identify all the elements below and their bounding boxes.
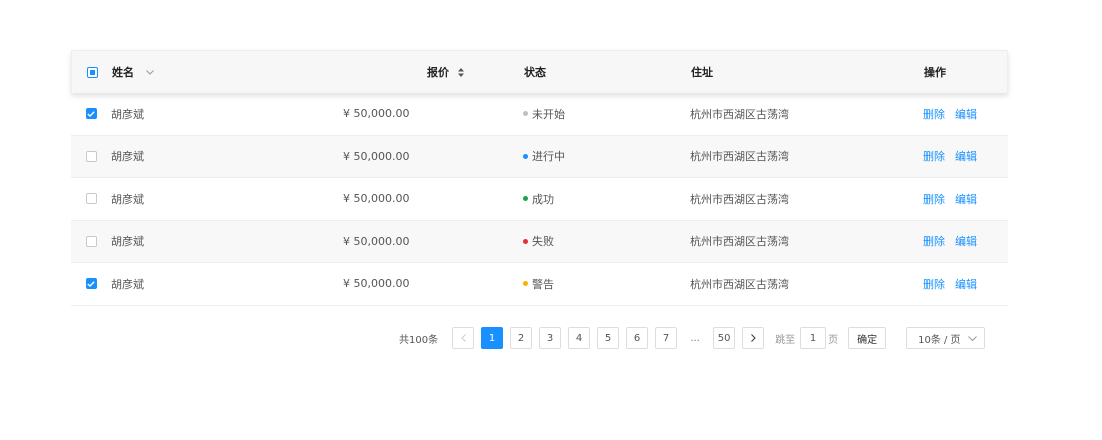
page-button-7[interactable]: 7	[655, 327, 678, 349]
delete-link[interactable]: 删除	[923, 148, 945, 164]
table-body: 胡彦斌 ¥ 50,000.00 未开始 杭州市西湖区古荡湾 删除 编辑 胡彦斌 ¥ 50,00…	[71, 93, 1008, 306]
edit-link[interactable]: 编辑	[955, 191, 977, 207]
name-column-header[interactable]: 姓名	[112, 64, 302, 80]
price-cell: ¥ 50,000.00	[343, 277, 410, 291]
edit-link[interactable]: 编辑	[955, 148, 977, 164]
delete-link[interactable]: 删除	[923, 191, 945, 207]
status-cell: 警告	[532, 277, 554, 291]
actions-header-label: 操作	[924, 66, 946, 79]
status-cell: 未开始	[532, 107, 565, 121]
jump-to-label: 跳至	[775, 334, 796, 346]
next-page-button[interactable]	[742, 327, 765, 349]
status-cell: 失败	[532, 235, 554, 249]
name-cell: 胡彦斌	[111, 277, 144, 291]
table-row: 胡彦斌 ¥ 50,000.00 进行中 杭州市西湖区古荡湾 删除 编辑	[71, 135, 1008, 178]
status-dot	[523, 153, 528, 159]
page-unit-label: 页	[828, 334, 839, 346]
price-cell: ¥ 50,000.00	[343, 192, 410, 206]
table-header: 姓名 报价 状态 住址 操作	[71, 50, 1008, 93]
address-header-label: 住址	[691, 66, 713, 79]
status-dot	[523, 196, 528, 202]
name-cell: 胡彦斌	[111, 192, 144, 206]
status-column-header: 状态	[524, 64, 691, 80]
page-button-2[interactable]: 2	[510, 327, 533, 349]
page-button-last[interactable]: 50	[713, 327, 736, 349]
status-header-label: 状态	[524, 66, 546, 79]
status-dot	[523, 281, 528, 287]
data-table: 姓名 报价 状态 住址 操作 胡彦斌 ¥ 50,000.00 未开始 杭州市西湖区古荡…	[71, 50, 1008, 306]
name-cell: 胡彦斌	[111, 150, 144, 164]
page-ellipsis[interactable]: ...	[684, 333, 706, 344]
row-checkbox[interactable]	[85, 193, 97, 205]
total-count: 共100条	[399, 334, 439, 346]
page-size-select[interactable]: 10条 / 页	[906, 327, 986, 349]
actions-column-header: 操作	[924, 64, 1007, 80]
status-dot	[523, 238, 528, 244]
confirm-jump-button[interactable]: 确定	[848, 327, 887, 349]
delete-link[interactable]: 删除	[923, 233, 945, 249]
pagination: 共100条 1234567 ... 50 跳至 1 页 确定 10条 / 页	[399, 327, 986, 349]
row-checkbox[interactable]	[85, 150, 97, 162]
address-cell: 杭州市西湖区古荡湾	[690, 192, 789, 206]
table-row: 胡彦斌 ¥ 50,000.00 失败 杭州市西湖区古荡湾 删除 编辑	[71, 220, 1008, 263]
price-cell: ¥ 50,000.00	[343, 149, 410, 163]
page-button-5[interactable]: 5	[597, 327, 620, 349]
name-cell: 胡彦斌	[111, 235, 144, 249]
chevron-right-icon	[750, 334, 756, 342]
table-row: 胡彦斌 ¥ 50,000.00 警告 杭州市西湖区古荡湾 删除 编辑	[71, 263, 1008, 306]
page-number-list: 1234567	[481, 327, 684, 349]
address-cell: 杭州市西湖区古荡湾	[690, 235, 789, 249]
select-all-checkbox[interactable]	[86, 66, 98, 78]
page-button-1[interactable]: 1	[481, 327, 504, 349]
page-size-value: 10条 / 页	[918, 334, 961, 346]
chevron-down-icon	[968, 335, 977, 341]
address-cell: 杭州市西湖区古荡湾	[690, 277, 789, 291]
status-dot	[523, 111, 528, 117]
table-row: 胡彦斌 ¥ 50,000.00 成功 杭州市西湖区古荡湾 删除 编辑	[71, 178, 1008, 221]
edit-link[interactable]: 编辑	[955, 233, 977, 249]
name-cell: 胡彦斌	[111, 107, 144, 121]
table-row: 胡彦斌 ¥ 50,000.00 未开始 杭州市西湖区古荡湾 删除 编辑	[71, 93, 1008, 136]
edit-link[interactable]: 编辑	[955, 106, 977, 122]
row-checkbox[interactable]	[85, 108, 97, 120]
name-header-label: 姓名	[112, 66, 134, 79]
sort-icon[interactable]	[458, 67, 464, 77]
prev-page-button[interactable]	[452, 327, 475, 349]
address-cell: 杭州市西湖区古荡湾	[690, 150, 789, 164]
delete-link[interactable]: 删除	[923, 106, 945, 122]
status-cell: 成功	[532, 192, 554, 206]
page-button-4[interactable]: 4	[568, 327, 591, 349]
edit-link[interactable]: 编辑	[955, 276, 977, 292]
page-button-6[interactable]: 6	[626, 327, 649, 349]
status-cell: 进行中	[532, 150, 565, 164]
price-column-header[interactable]: 报价	[302, 64, 464, 80]
address-column-header: 住址	[691, 64, 924, 80]
price-header-label: 报价	[427, 66, 449, 79]
jump-page-input[interactable]: 1	[800, 327, 827, 349]
page-button-3[interactable]: 3	[539, 327, 562, 349]
chevron-left-icon	[460, 334, 466, 342]
price-cell: ¥ 50,000.00	[343, 107, 410, 121]
delete-link[interactable]: 删除	[923, 276, 945, 292]
row-checkbox[interactable]	[85, 278, 97, 290]
address-cell: 杭州市西湖区古荡湾	[690, 107, 789, 121]
row-checkbox[interactable]	[85, 235, 97, 247]
chevron-down-icon[interactable]	[146, 69, 154, 75]
price-cell: ¥ 50,000.00	[343, 234, 410, 248]
